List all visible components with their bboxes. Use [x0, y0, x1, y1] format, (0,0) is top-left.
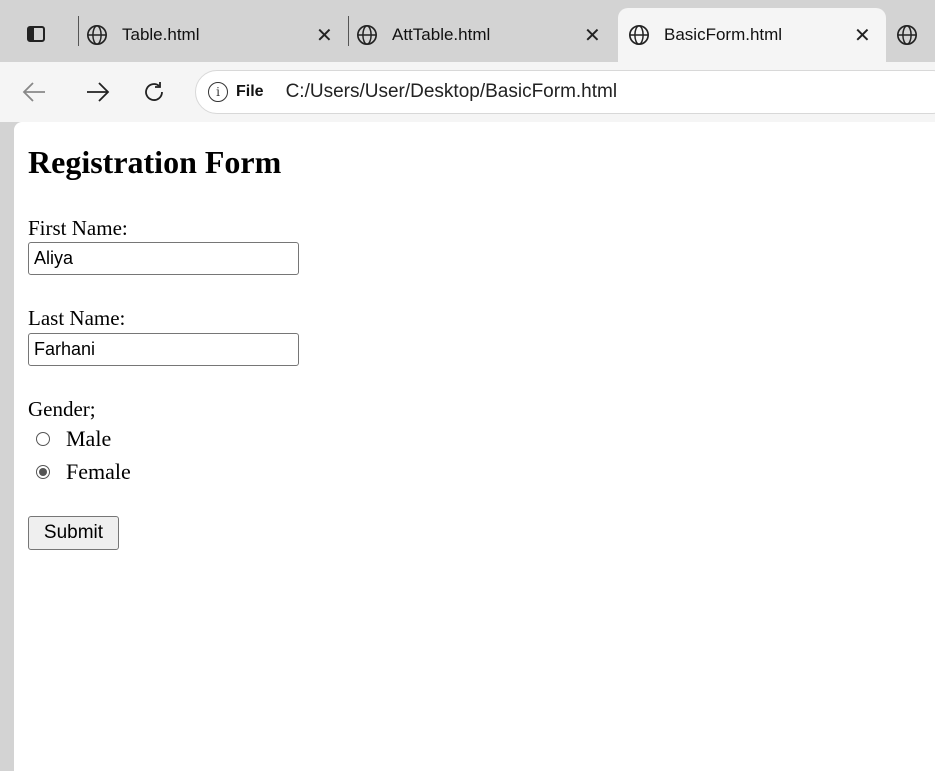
last-name-field[interactable] [28, 333, 299, 366]
address-bar[interactable]: i File C:/Users/User/Desktop/BasicForm.h… [195, 70, 935, 114]
close-icon[interactable]: ✕ [584, 23, 601, 48]
globe-icon [87, 25, 107, 45]
page-viewport: Registration Form First Name: Last Name:… [14, 122, 935, 771]
tab-strip: Table.html ✕ AttTable.html ✕ BasicForm.h… [0, 0, 935, 62]
tab-label: BasicForm.html [664, 25, 783, 44]
male-radio-label: Male [66, 426, 112, 451]
tab-separator [78, 16, 79, 46]
tab-table[interactable]: Table.html ✕ [86, 8, 346, 62]
female-radio-label: Female [66, 459, 131, 484]
browser-toolbar: i File C:/Users/User/Desktop/BasicForm.h… [0, 62, 935, 122]
tab-label: Table.html [122, 25, 200, 44]
last-name-label: Last Name: [28, 306, 126, 330]
tab-atttable[interactable]: AttTable.html ✕ [356, 8, 614, 62]
tab-separator [348, 16, 349, 46]
first-name-label: First Name: [28, 216, 128, 240]
globe-icon [629, 25, 649, 45]
gender-label: Gender; [28, 397, 96, 421]
info-icon[interactable]: i [208, 82, 228, 102]
gender-option-male[interactable]: Male [36, 426, 111, 452]
close-icon[interactable]: ✕ [316, 23, 333, 48]
tab-basicform[interactable]: BasicForm.html ✕ [618, 8, 886, 62]
female-radio[interactable] [36, 465, 50, 479]
globe-icon [897, 25, 917, 45]
globe-icon [357, 25, 377, 45]
tab-overflow[interactable] [896, 8, 935, 62]
url-text[interactable]: C:/Users/User/Desktop/BasicForm.html [286, 81, 618, 103]
scheme-label: File [236, 83, 264, 100]
submit-button[interactable]: Submit [28, 516, 119, 550]
close-icon[interactable]: ✕ [854, 23, 871, 48]
gender-option-female[interactable]: Female [36, 459, 131, 485]
reload-icon[interactable] [138, 76, 170, 108]
first-name-field[interactable] [28, 242, 299, 275]
male-radio[interactable] [36, 432, 50, 446]
tab-actions-icon[interactable] [21, 22, 51, 48]
forward-icon[interactable] [82, 76, 114, 108]
page-title: Registration Form [28, 144, 282, 180]
tab-label: AttTable.html [392, 25, 491, 44]
back-icon[interactable] [18, 76, 50, 108]
